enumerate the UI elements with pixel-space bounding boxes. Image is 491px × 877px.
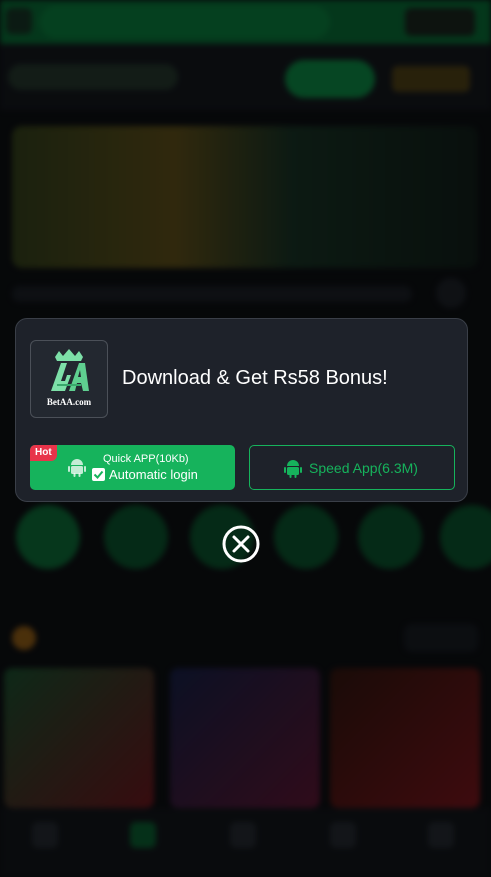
speed-app-label: Speed App(6.3M) [309,460,418,476]
download-modal: BetAA.com Download & Get Rs58 Bonus! Hot… [15,318,468,502]
crown-logo-icon: BetAA.com [47,349,92,407]
quick-app-button[interactable]: Hot Quick APP(10Kb) Automatic login [30,445,235,490]
close-icon[interactable] [222,525,260,563]
quick-app-size-label: Quick APP(10Kb) [103,453,189,465]
hot-badge: Hot [30,445,57,461]
android-icon [68,459,86,477]
automatic-login-label: Automatic login [109,467,198,482]
android-icon [284,460,302,478]
betaa-logo: BetAA.com [30,340,108,418]
svg-text:BetAA.com: BetAA.com [47,397,92,407]
speed-app-button[interactable]: Speed App(6.3M) [249,445,455,490]
automatic-login-row: Automatic login [92,467,198,482]
checkbox-checked-icon[interactable] [92,468,105,481]
modal-title: Download & Get Rs58 Bonus! [122,367,388,389]
